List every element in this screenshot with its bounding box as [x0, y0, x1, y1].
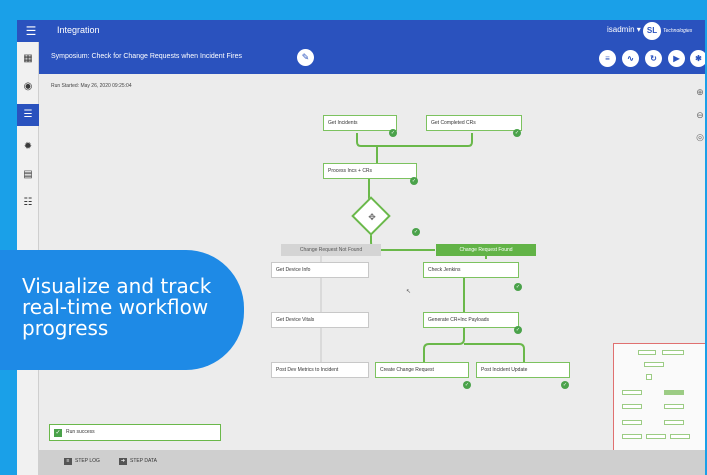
- success-check-icon: ✓: [514, 326, 522, 334]
- success-check-icon: ✓: [389, 129, 397, 137]
- step-log-button[interactable]: ≡ STEP LOG: [64, 458, 100, 465]
- workflow-minimap[interactable]: [613, 343, 705, 458]
- node-get-incidents[interactable]: Get Incidents: [323, 115, 397, 131]
- run-status-text: Run success: [66, 429, 95, 435]
- node-post-dev-metrics[interactable]: Post Dev Metrics to Incident: [271, 362, 369, 378]
- success-check-icon: ✓: [514, 283, 522, 291]
- minimap-node: [646, 374, 652, 380]
- step-data-button[interactable]: ➜ STEP DATA: [119, 458, 157, 465]
- minimap-node: [622, 390, 642, 395]
- list-icon[interactable]: ☰: [17, 104, 39, 126]
- minimap-node: [638, 350, 656, 355]
- minimap-node: [670, 434, 690, 439]
- node-process-incs-crs[interactable]: Process Incs + CRs: [323, 163, 417, 179]
- node-create-change-request[interactable]: Create Change Request: [375, 362, 469, 378]
- callout-text: Visualize and track real-time workflow p…: [22, 274, 212, 340]
- settings-icon[interactable]: ✱: [690, 50, 705, 67]
- gear-icon[interactable]: ✹: [17, 136, 39, 158]
- user-menu[interactable]: isadmin ▾: [607, 25, 641, 34]
- node-get-completed-crs[interactable]: Get Completed CRs: [426, 115, 522, 131]
- step-log-label: STEP LOG: [75, 458, 100, 464]
- node-check-jenkins[interactable]: Check Jenkins: [423, 262, 519, 278]
- app-window: ☰ Integration isadmin ▾ SL Technologies …: [17, 20, 705, 475]
- success-check-icon: ✓: [561, 381, 569, 389]
- edit-icon[interactable]: ✎: [297, 49, 314, 66]
- workflow-title: Symposium: Check for Change Requests whe…: [51, 53, 243, 60]
- step-data-label: STEP DATA: [130, 458, 157, 464]
- minimap-node: [662, 350, 684, 355]
- camera-icon[interactable]: ◉: [17, 76, 39, 98]
- workflow-header: Symposium: Check for Change Requests whe…: [39, 42, 705, 74]
- minimap-node: [664, 420, 684, 425]
- logo-mark: SL: [643, 22, 661, 40]
- success-check-icon: ✓: [410, 177, 418, 185]
- top-bar: ☰ Integration isadmin ▾ SL Technologies: [17, 20, 705, 42]
- feature-callout: Visualize and track real-time workflow p…: [0, 250, 244, 370]
- branch-label-found: Change Request Found: [436, 244, 536, 256]
- success-check-icon: ✓: [412, 228, 420, 236]
- minimap-node: [664, 404, 684, 409]
- node-get-device-info[interactable]: Get Device Info: [271, 262, 369, 278]
- arrow-right-icon: ➜: [119, 458, 127, 465]
- bottom-toolbar: ≡ STEP LOG ➜ STEP DATA: [39, 450, 705, 475]
- node-get-device-vitals[interactable]: Get Device Vitals: [271, 312, 369, 328]
- users-icon[interactable]: ☷: [17, 192, 39, 214]
- play-icon[interactable]: ▶: [668, 50, 685, 67]
- dashboard-icon[interactable]: ▦: [17, 48, 39, 70]
- hamburger-menu-icon[interactable]: ☰: [23, 23, 39, 39]
- branch-label-not-found: Change Request Not Found: [281, 244, 381, 256]
- success-check-icon: ✓: [463, 381, 471, 389]
- node-post-incident-update[interactable]: Post Incident Update: [476, 362, 570, 378]
- refresh-icon[interactable]: ↻: [645, 50, 662, 67]
- minimap-node: [622, 404, 642, 409]
- company-logo: SL Technologies: [643, 22, 703, 40]
- log-icon[interactable]: ≡: [599, 50, 616, 67]
- success-check-icon: ✓: [54, 429, 62, 437]
- node-generate-payloads[interactable]: Generate CR+Inc Payloads: [423, 312, 519, 328]
- decision-icon: ✥: [368, 212, 376, 222]
- success-check-icon: ✓: [513, 129, 521, 137]
- log-icon: ≡: [64, 458, 72, 465]
- mouse-cursor-icon: ↖: [406, 289, 412, 295]
- minimap-node: [622, 434, 642, 439]
- minimap-node: [622, 420, 642, 425]
- minimap-node: [664, 390, 684, 395]
- document-icon[interactable]: ▤: [17, 164, 39, 186]
- minimap-node: [646, 434, 666, 439]
- run-status: ✓ Run success: [49, 424, 221, 441]
- logo-subtext: Technologies: [663, 28, 693, 34]
- minimap-node: [644, 362, 664, 367]
- activity-icon[interactable]: ∿: [622, 50, 639, 67]
- app-title: Integration: [57, 25, 100, 35]
